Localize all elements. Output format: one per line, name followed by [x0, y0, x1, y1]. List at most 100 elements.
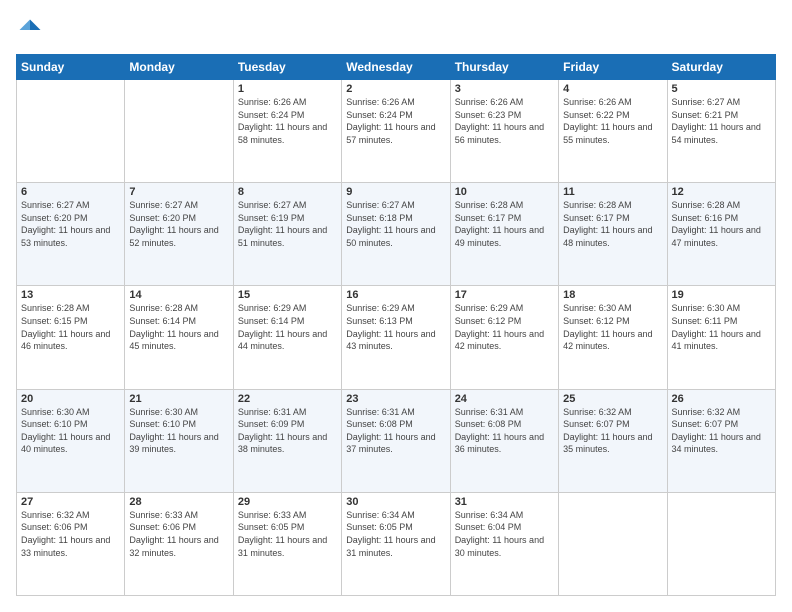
day-number: 28 [129, 496, 228, 508]
calendar-cell: 27Sunrise: 6:32 AM Sunset: 6:06 PM Dayli… [17, 492, 125, 595]
day-info: Sunrise: 6:32 AM Sunset: 6:06 PM Dayligh… [21, 509, 120, 559]
calendar-cell: 12Sunrise: 6:28 AM Sunset: 6:16 PM Dayli… [667, 183, 775, 286]
day-number: 2 [346, 83, 445, 95]
day-info: Sunrise: 6:33 AM Sunset: 6:05 PM Dayligh… [238, 509, 337, 559]
day-info: Sunrise: 6:28 AM Sunset: 6:17 PM Dayligh… [455, 199, 554, 249]
day-number: 24 [455, 393, 554, 405]
day-number: 12 [672, 186, 771, 198]
day-info: Sunrise: 6:28 AM Sunset: 6:16 PM Dayligh… [672, 199, 771, 249]
day-number: 15 [238, 289, 337, 301]
day-number: 27 [21, 496, 120, 508]
day-number: 13 [21, 289, 120, 301]
day-info: Sunrise: 6:27 AM Sunset: 6:20 PM Dayligh… [21, 199, 120, 249]
calendar-cell: 30Sunrise: 6:34 AM Sunset: 6:05 PM Dayli… [342, 492, 450, 595]
calendar-cell: 24Sunrise: 6:31 AM Sunset: 6:08 PM Dayli… [450, 389, 558, 492]
day-number: 6 [21, 186, 120, 198]
day-info: Sunrise: 6:29 AM Sunset: 6:13 PM Dayligh… [346, 302, 445, 352]
day-number: 8 [238, 186, 337, 198]
calendar-cell: 10Sunrise: 6:28 AM Sunset: 6:17 PM Dayli… [450, 183, 558, 286]
calendar-cell: 20Sunrise: 6:30 AM Sunset: 6:10 PM Dayli… [17, 389, 125, 492]
day-number: 1 [238, 83, 337, 95]
week-row-2: 6Sunrise: 6:27 AM Sunset: 6:20 PM Daylig… [17, 183, 776, 286]
weekday-header-tuesday: Tuesday [233, 55, 341, 80]
calendar-cell: 3Sunrise: 6:26 AM Sunset: 6:23 PM Daylig… [450, 80, 558, 183]
calendar-cell [125, 80, 233, 183]
day-info: Sunrise: 6:34 AM Sunset: 6:05 PM Dayligh… [346, 509, 445, 559]
calendar-cell: 15Sunrise: 6:29 AM Sunset: 6:14 PM Dayli… [233, 286, 341, 389]
day-info: Sunrise: 6:28 AM Sunset: 6:14 PM Dayligh… [129, 302, 228, 352]
week-row-5: 27Sunrise: 6:32 AM Sunset: 6:06 PM Dayli… [17, 492, 776, 595]
calendar-cell [17, 80, 125, 183]
day-info: Sunrise: 6:30 AM Sunset: 6:11 PM Dayligh… [672, 302, 771, 352]
calendar-cell: 22Sunrise: 6:31 AM Sunset: 6:09 PM Dayli… [233, 389, 341, 492]
day-number: 21 [129, 393, 228, 405]
weekday-header-saturday: Saturday [667, 55, 775, 80]
day-info: Sunrise: 6:28 AM Sunset: 6:17 PM Dayligh… [563, 199, 662, 249]
calendar-cell: 19Sunrise: 6:30 AM Sunset: 6:11 PM Dayli… [667, 286, 775, 389]
day-number: 14 [129, 289, 228, 301]
day-info: Sunrise: 6:29 AM Sunset: 6:14 PM Dayligh… [238, 302, 337, 352]
day-number: 22 [238, 393, 337, 405]
day-number: 18 [563, 289, 662, 301]
week-row-1: 1Sunrise: 6:26 AM Sunset: 6:24 PM Daylig… [17, 80, 776, 183]
day-number: 7 [129, 186, 228, 198]
calendar-cell: 4Sunrise: 6:26 AM Sunset: 6:22 PM Daylig… [559, 80, 667, 183]
day-number: 31 [455, 496, 554, 508]
calendar-cell: 29Sunrise: 6:33 AM Sunset: 6:05 PM Dayli… [233, 492, 341, 595]
day-number: 11 [563, 186, 662, 198]
day-info: Sunrise: 6:26 AM Sunset: 6:22 PM Dayligh… [563, 96, 662, 146]
day-info: Sunrise: 6:34 AM Sunset: 6:04 PM Dayligh… [455, 509, 554, 559]
calendar-cell: 28Sunrise: 6:33 AM Sunset: 6:06 PM Dayli… [125, 492, 233, 595]
weekday-header-sunday: Sunday [17, 55, 125, 80]
day-info: Sunrise: 6:27 AM Sunset: 6:21 PM Dayligh… [672, 96, 771, 146]
calendar-cell: 16Sunrise: 6:29 AM Sunset: 6:13 PM Dayli… [342, 286, 450, 389]
calendar-cell: 1Sunrise: 6:26 AM Sunset: 6:24 PM Daylig… [233, 80, 341, 183]
calendar-cell: 26Sunrise: 6:32 AM Sunset: 6:07 PM Dayli… [667, 389, 775, 492]
calendar: SundayMondayTuesdayWednesdayThursdayFrid… [16, 54, 776, 596]
day-number: 26 [672, 393, 771, 405]
day-info: Sunrise: 6:26 AM Sunset: 6:24 PM Dayligh… [238, 96, 337, 146]
day-info: Sunrise: 6:31 AM Sunset: 6:08 PM Dayligh… [455, 406, 554, 456]
day-number: 10 [455, 186, 554, 198]
calendar-cell: 14Sunrise: 6:28 AM Sunset: 6:14 PM Dayli… [125, 286, 233, 389]
calendar-cell: 2Sunrise: 6:26 AM Sunset: 6:24 PM Daylig… [342, 80, 450, 183]
calendar-cell: 17Sunrise: 6:29 AM Sunset: 6:12 PM Dayli… [450, 286, 558, 389]
day-number: 17 [455, 289, 554, 301]
day-info: Sunrise: 6:32 AM Sunset: 6:07 PM Dayligh… [563, 406, 662, 456]
day-number: 19 [672, 289, 771, 301]
weekday-header-monday: Monday [125, 55, 233, 80]
calendar-cell: 5Sunrise: 6:27 AM Sunset: 6:21 PM Daylig… [667, 80, 775, 183]
day-info: Sunrise: 6:27 AM Sunset: 6:20 PM Dayligh… [129, 199, 228, 249]
calendar-cell: 8Sunrise: 6:27 AM Sunset: 6:19 PM Daylig… [233, 183, 341, 286]
calendar-cell: 18Sunrise: 6:30 AM Sunset: 6:12 PM Dayli… [559, 286, 667, 389]
day-info: Sunrise: 6:27 AM Sunset: 6:19 PM Dayligh… [238, 199, 337, 249]
day-info: Sunrise: 6:28 AM Sunset: 6:15 PM Dayligh… [21, 302, 120, 352]
day-number: 9 [346, 186, 445, 198]
calendar-cell [559, 492, 667, 595]
day-number: 4 [563, 83, 662, 95]
calendar-cell: 31Sunrise: 6:34 AM Sunset: 6:04 PM Dayli… [450, 492, 558, 595]
weekday-header-wednesday: Wednesday [342, 55, 450, 80]
header [16, 16, 776, 44]
day-number: 30 [346, 496, 445, 508]
day-info: Sunrise: 6:32 AM Sunset: 6:07 PM Dayligh… [672, 406, 771, 456]
day-number: 16 [346, 289, 445, 301]
weekday-header-friday: Friday [559, 55, 667, 80]
weekday-header-thursday: Thursday [450, 55, 558, 80]
day-info: Sunrise: 6:31 AM Sunset: 6:08 PM Dayligh… [346, 406, 445, 456]
logo [16, 16, 48, 44]
day-info: Sunrise: 6:27 AM Sunset: 6:18 PM Dayligh… [346, 199, 445, 249]
day-info: Sunrise: 6:30 AM Sunset: 6:10 PM Dayligh… [129, 406, 228, 456]
day-info: Sunrise: 6:26 AM Sunset: 6:24 PM Dayligh… [346, 96, 445, 146]
calendar-cell: 9Sunrise: 6:27 AM Sunset: 6:18 PM Daylig… [342, 183, 450, 286]
day-number: 5 [672, 83, 771, 95]
calendar-cell: 7Sunrise: 6:27 AM Sunset: 6:20 PM Daylig… [125, 183, 233, 286]
day-info: Sunrise: 6:33 AM Sunset: 6:06 PM Dayligh… [129, 509, 228, 559]
day-number: 20 [21, 393, 120, 405]
page: SundayMondayTuesdayWednesdayThursdayFrid… [0, 0, 792, 612]
day-info: Sunrise: 6:30 AM Sunset: 6:10 PM Dayligh… [21, 406, 120, 456]
day-info: Sunrise: 6:30 AM Sunset: 6:12 PM Dayligh… [563, 302, 662, 352]
week-row-4: 20Sunrise: 6:30 AM Sunset: 6:10 PM Dayli… [17, 389, 776, 492]
calendar-cell: 23Sunrise: 6:31 AM Sunset: 6:08 PM Dayli… [342, 389, 450, 492]
calendar-cell: 25Sunrise: 6:32 AM Sunset: 6:07 PM Dayli… [559, 389, 667, 492]
